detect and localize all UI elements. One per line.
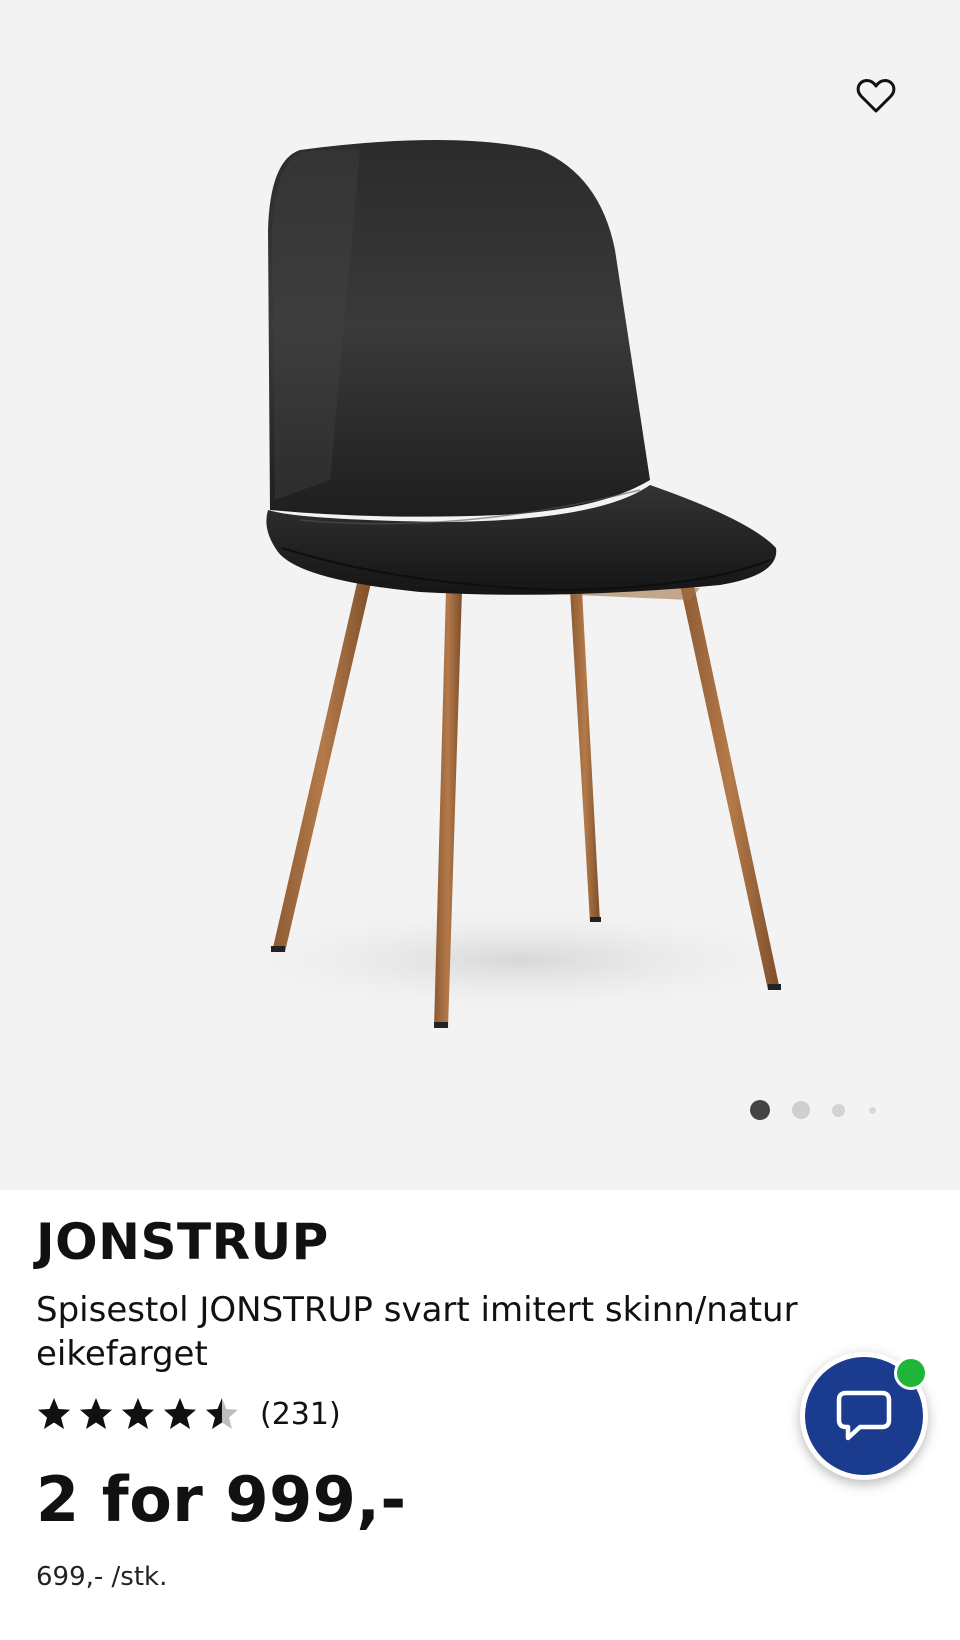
chat-bubble-icon xyxy=(836,1390,892,1441)
favorite-button[interactable] xyxy=(846,66,906,126)
star-icon xyxy=(164,1398,196,1429)
star-icon xyxy=(38,1398,70,1429)
star-icon xyxy=(80,1398,112,1429)
pagination-dot-active[interactable] xyxy=(750,1100,770,1120)
rating-stars xyxy=(36,1396,246,1432)
pagination-dot[interactable] xyxy=(869,1106,876,1114)
heart-outline-icon xyxy=(856,79,896,113)
star-icon xyxy=(122,1398,154,1429)
chat-button[interactable] xyxy=(800,1352,928,1480)
online-indicator xyxy=(894,1356,928,1390)
pagination-dot[interactable] xyxy=(792,1101,810,1119)
review-count[interactable]: (231) xyxy=(260,1397,341,1432)
product-gallery[interactable] xyxy=(0,0,960,1190)
product-description: Spisestol JONSTRUP svart imitert skinn/n… xyxy=(36,1290,798,1374)
product-price: 2 for 999,- xyxy=(36,1463,407,1536)
product-info: JONSTRUP Spisestol JONSTRUP svart imiter… xyxy=(36,1212,916,1592)
product-rating[interactable]: (231) xyxy=(36,1394,916,1434)
product-image[interactable] xyxy=(0,0,960,1190)
pagination-dot[interactable] xyxy=(832,1103,845,1117)
product-name: JONSTRUP xyxy=(36,1213,329,1271)
gallery-pagination xyxy=(750,1098,876,1122)
unit-price: 699,- /stk. xyxy=(36,1562,168,1592)
star-icon xyxy=(206,1398,238,1429)
